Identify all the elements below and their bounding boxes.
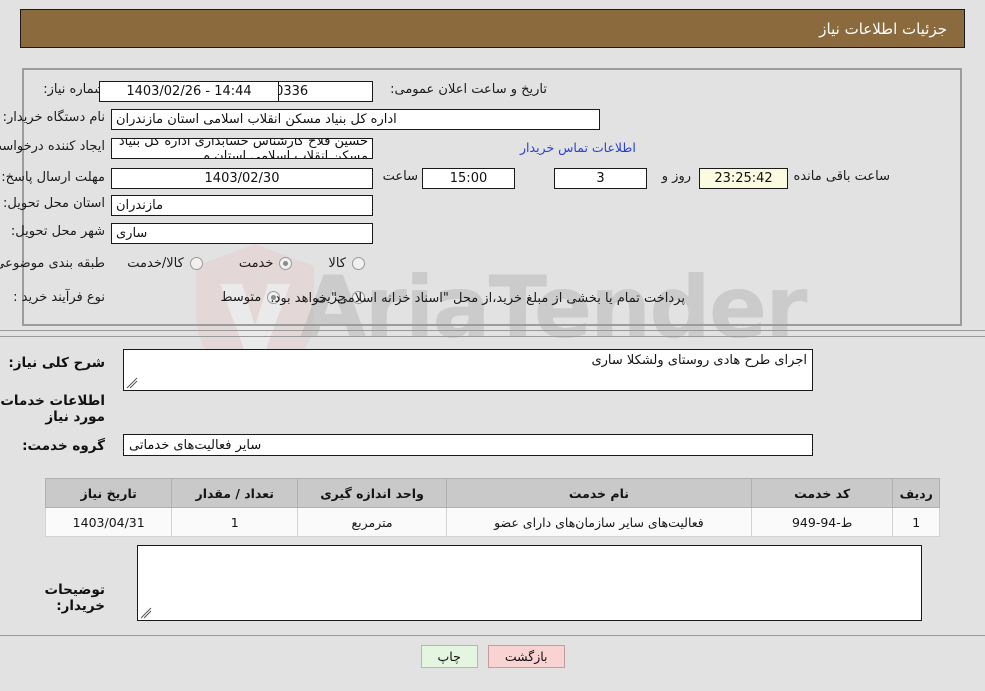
category-label-row: طبقه بندی موضوعی:: [0, 256, 105, 271]
table-column-header-3: واحد اندازه گیری: [297, 478, 447, 508]
page-title-text: جزئیات اطلاعات نیاز: [819, 19, 947, 38]
city-label-row: شهر محل تحویل:: [11, 224, 105, 239]
islamic-treasury-note: پرداخت تمام یا بخشی از مبلغ خرید،از محل …: [270, 291, 685, 306]
remaining-days-field[interactable]: 3: [554, 168, 647, 189]
purchase-type-label-row: نوع فرآیند خرید :: [13, 290, 105, 305]
table-column-header-0: ردیف: [892, 478, 940, 508]
need-number-label-row: شماره نیاز:: [43, 82, 105, 97]
purchase-process-label: نوع فرآیند خرید :: [13, 290, 105, 305]
contact-link-row: اطلاعات تماس خریدار: [520, 140, 636, 155]
delivery-city-field[interactable]: ساری: [111, 223, 373, 244]
subject-category-radio-icon-2[interactable]: [189, 257, 203, 270]
table-column-header-5: تاریخ نیاز: [44, 478, 173, 508]
announcement-label-row: تاریخ و ساعت اعلان عمومی:: [390, 82, 547, 97]
deadline-hour-label-row: ساعت: [383, 169, 418, 184]
services-table: ردیف کد خدمت نام خدمت واحد اندازه گیری تعداد…: [44, 478, 940, 537]
subject-category-option-2[interactable]: کالا/خدمت: [127, 256, 203, 271]
request-creator-field[interactable]: حسین فلاح کارشناس حسابداری اداره کل بنیا…: [111, 138, 373, 159]
subject-category-option-label-1: خدمت: [238, 256, 274, 271]
table-cell-4: 1: [171, 507, 299, 537]
buyer-notes-resize-grip-icon[interactable]: [140, 607, 152, 619]
table-cell-2: فعالیت‌های سایر سازمان‌های دارای عضو: [445, 507, 752, 537]
general-description-value: اجرای طرح هادی روستای ولشکلا ساری: [591, 353, 807, 368]
resize-grip-icon[interactable]: [126, 377, 138, 389]
subject-category-option-1[interactable]: خدمت: [239, 256, 293, 271]
table-body: 1 ط-94-949 فعالیت‌های سایر سازمان‌های دارا…: [44, 507, 940, 537]
buyer-org-value: اداره کل بنیاد مسکن انقلاب اسلامی استان …: [116, 112, 397, 127]
table-column-header-2: نام خدمت: [445, 478, 752, 508]
days-and-label: روز و: [661, 169, 691, 184]
purchase-process-option-label-1: متوسط: [220, 290, 262, 305]
remaining-time-suffix: ساعت باقی مانده: [793, 169, 890, 184]
remaining-days-value: 3: [596, 171, 605, 186]
action-button-bar: بازگشت چاپ: [0, 645, 985, 668]
page-root: AriaTender جزئیات اطلاعات نیاز شماره نیا…: [0, 0, 985, 691]
subject-category-radio-icon-0[interactable]: [352, 257, 365, 270]
services-section-heading: اطلاعات خدمات مورد نیاز: [0, 393, 105, 425]
deadline-label-row: مهلت ارسال پاسخ: تا تاریخ:: [0, 167, 105, 186]
subject-category-label: طبقه بندی موضوعی:: [0, 256, 105, 271]
subject-category-option-0[interactable]: کالا: [328, 256, 365, 271]
buyer-org-label: نام دستگاه خریدار:: [2, 110, 105, 125]
print-button[interactable]: چاپ: [420, 645, 478, 668]
deadline-date-field[interactable]: 1403/02/30: [111, 168, 373, 189]
subject-category-radio-group[interactable]: کالا خدمت کالا/خدمت: [127, 256, 365, 271]
delivery-province-field[interactable]: مازندران: [111, 195, 373, 216]
deadline-date-value: 1403/02/30: [204, 171, 280, 186]
buyer-org-field[interactable]: اداره کل بنیاد مسکن انقلاب اسلامی استان …: [111, 109, 600, 130]
table-column-header-1: کد خدمت: [750, 478, 894, 508]
announcement-date-value: 14:44 - 1403/02/26: [126, 84, 252, 99]
request-creator-label: ایجاد کننده درخواست:: [0, 139, 105, 154]
delivery-province-label: استان محل تحویل:: [3, 196, 105, 211]
buyer-notes-label: توضیحات خریدار:: [44, 582, 105, 614]
delivery-city-value: ساری: [116, 226, 148, 241]
service-group-value: سایر فعالیت‌های خدماتی: [129, 437, 262, 453]
request-creator-value: حسین فلاح کارشناس حسابداری اداره کل بنیا…: [118, 138, 368, 159]
table-row[interactable]: 1 ط-94-949 فعالیت‌های سایر سازمان‌های دارا…: [44, 507, 940, 537]
remaining-days-separator-row: روز و: [662, 169, 691, 184]
treasury-note-row: پرداخت تمام یا بخشی از مبلغ خرید،از محل …: [270, 291, 685, 306]
table-cell-0: 1: [892, 507, 940, 537]
buyer-contact-link[interactable]: اطلاعات تماس خریدار: [520, 140, 636, 155]
buyer-notes-textarea[interactable]: [137, 545, 922, 621]
service-group-label: گروه خدمت:: [22, 438, 105, 454]
divider-top-second: [0, 336, 985, 337]
general-description-label: شرح کلی نیاز:: [8, 355, 105, 371]
table-header-row: ردیف کد خدمت نام خدمت واحد اندازه گیری تعداد…: [44, 478, 940, 508]
subject-category-option-label-2: کالا/خدمت: [127, 256, 184, 271]
general-description-textarea[interactable]: اجرای طرح هادی روستای ولشکلا ساری: [123, 349, 813, 391]
table-cell-1: ط-94-949: [750, 507, 894, 537]
remaining-time-field: 23:25:42: [699, 168, 788, 189]
divider-bottom: [0, 635, 985, 636]
remaining-suffix-row: ساعت باقی مانده: [794, 169, 890, 184]
delivery-city-label: شهر محل تحویل:: [10, 224, 105, 239]
table-column-header-4: تعداد / مقدار: [171, 478, 299, 508]
province-label-row: استان محل تحویل:: [3, 196, 105, 211]
deadline-label: مهلت ارسال پاسخ: تا تاریخ:: [0, 170, 105, 185]
delivery-province-value: مازندران: [116, 198, 164, 213]
page-title: جزئیات اطلاعات نیاز: [20, 9, 965, 48]
announcement-date-field[interactable]: 14:44 - 1403/02/26: [99, 81, 279, 102]
need-number-label: شماره نیاز:: [43, 82, 105, 97]
subject-category-option-label-0: کالا: [328, 256, 346, 271]
remaining-time-value: 23:25:42: [714, 171, 773, 186]
deadline-hour-label: ساعت: [382, 169, 418, 184]
creator-label-row: ایجاد کننده درخواست:: [0, 139, 105, 154]
table-cell-3: مترمربع: [297, 507, 447, 537]
announcement-date-label: تاریخ و ساعت اعلان عمومی:: [390, 82, 547, 97]
back-button[interactable]: بازگشت: [487, 645, 565, 668]
subject-category-radio-icon-1[interactable]: [279, 257, 293, 270]
table-cell-5: 1403/04/31: [44, 507, 173, 537]
deadline-hour-field[interactable]: 15:00: [422, 168, 515, 189]
deadline-hour-value: 15:00: [449, 171, 488, 186]
service-group-field[interactable]: سایر فعالیت‌های خدماتی: [123, 434, 813, 456]
buyer-org-label-row: نام دستگاه خریدار:: [3, 110, 105, 125]
divider-top: [0, 330, 985, 331]
